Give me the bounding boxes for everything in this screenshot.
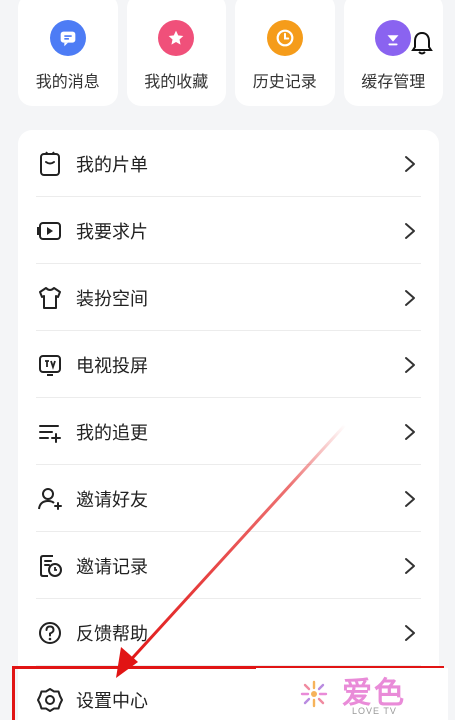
- tile-label: 缓存管理: [361, 74, 426, 91]
- shortcut-row: 我的消息 我的收藏 历史记录 缓存管理: [18, 0, 443, 106]
- video-request-icon: [36, 217, 64, 245]
- tile-label: 我的收藏: [144, 74, 209, 91]
- menu-label: 电视投屏: [76, 355, 148, 376]
- menu-item-feedback-help[interactable]: 反馈帮助: [18, 599, 439, 666]
- watermark-subtext: LOVE TV: [352, 706, 397, 716]
- menu-item-dress-space[interactable]: 装扮空间: [18, 264, 439, 331]
- playlist-icon: [36, 150, 64, 178]
- tile-label: 我的消息: [35, 74, 100, 91]
- menu-item-request-video[interactable]: 我要求片: [18, 197, 439, 264]
- tile-label: 历史记录: [252, 74, 317, 91]
- shirt-icon: [36, 284, 64, 312]
- chevron-right-icon: [403, 288, 417, 308]
- menu-item-invite-friends[interactable]: 邀请好友: [18, 465, 439, 532]
- menu-item-my-follow[interactable]: 我的追更: [18, 398, 439, 465]
- chevron-right-icon: [403, 489, 417, 509]
- bell-icon[interactable]: [407, 28, 437, 58]
- chevron-right-icon: [403, 556, 417, 576]
- menu-label: 装扮空间: [76, 288, 148, 309]
- menu-item-my-playlist[interactable]: 我的片单: [18, 130, 439, 197]
- download-icon: [375, 20, 412, 56]
- menu-label: 我的追更: [76, 422, 148, 443]
- clock-icon: [266, 20, 303, 56]
- menu-item-invite-records[interactable]: 邀请记录: [18, 532, 439, 599]
- tile-my-messages[interactable]: 我的消息: [18, 0, 118, 106]
- menu-item-tv-cast[interactable]: 电视投屏: [18, 331, 439, 398]
- chevron-right-icon: [403, 422, 417, 442]
- star-icon: [158, 20, 195, 56]
- chevron-right-icon: [403, 623, 417, 643]
- invite-user-icon: [36, 485, 64, 513]
- chevron-right-icon: [403, 154, 417, 174]
- help-icon: [36, 619, 64, 647]
- message-icon: [49, 20, 86, 56]
- menu-card: 我的片单 我要求片 装扮空间 电视投屏 我的追更 邀请好友 邀请记录 反馈帮助 …: [18, 130, 439, 720]
- tv-cast-icon: [36, 351, 64, 379]
- menu-label: 反馈帮助: [76, 623, 148, 644]
- invite-record-icon: [36, 552, 64, 580]
- watermark: 爱色 LOVE TV: [256, 668, 448, 720]
- tile-history[interactable]: 历史记录: [235, 0, 335, 106]
- chevron-right-icon: [403, 221, 417, 241]
- menu-label: 邀请记录: [76, 556, 148, 577]
- follow-list-icon: [36, 418, 64, 446]
- tile-my-favorites[interactable]: 我的收藏: [126, 0, 226, 106]
- menu-label: 我的片单: [76, 154, 148, 175]
- flower-logo-icon: [300, 680, 328, 708]
- menu-label: 我要求片: [76, 221, 148, 242]
- menu-label: 邀请好友: [76, 489, 148, 510]
- chevron-right-icon: [403, 355, 417, 375]
